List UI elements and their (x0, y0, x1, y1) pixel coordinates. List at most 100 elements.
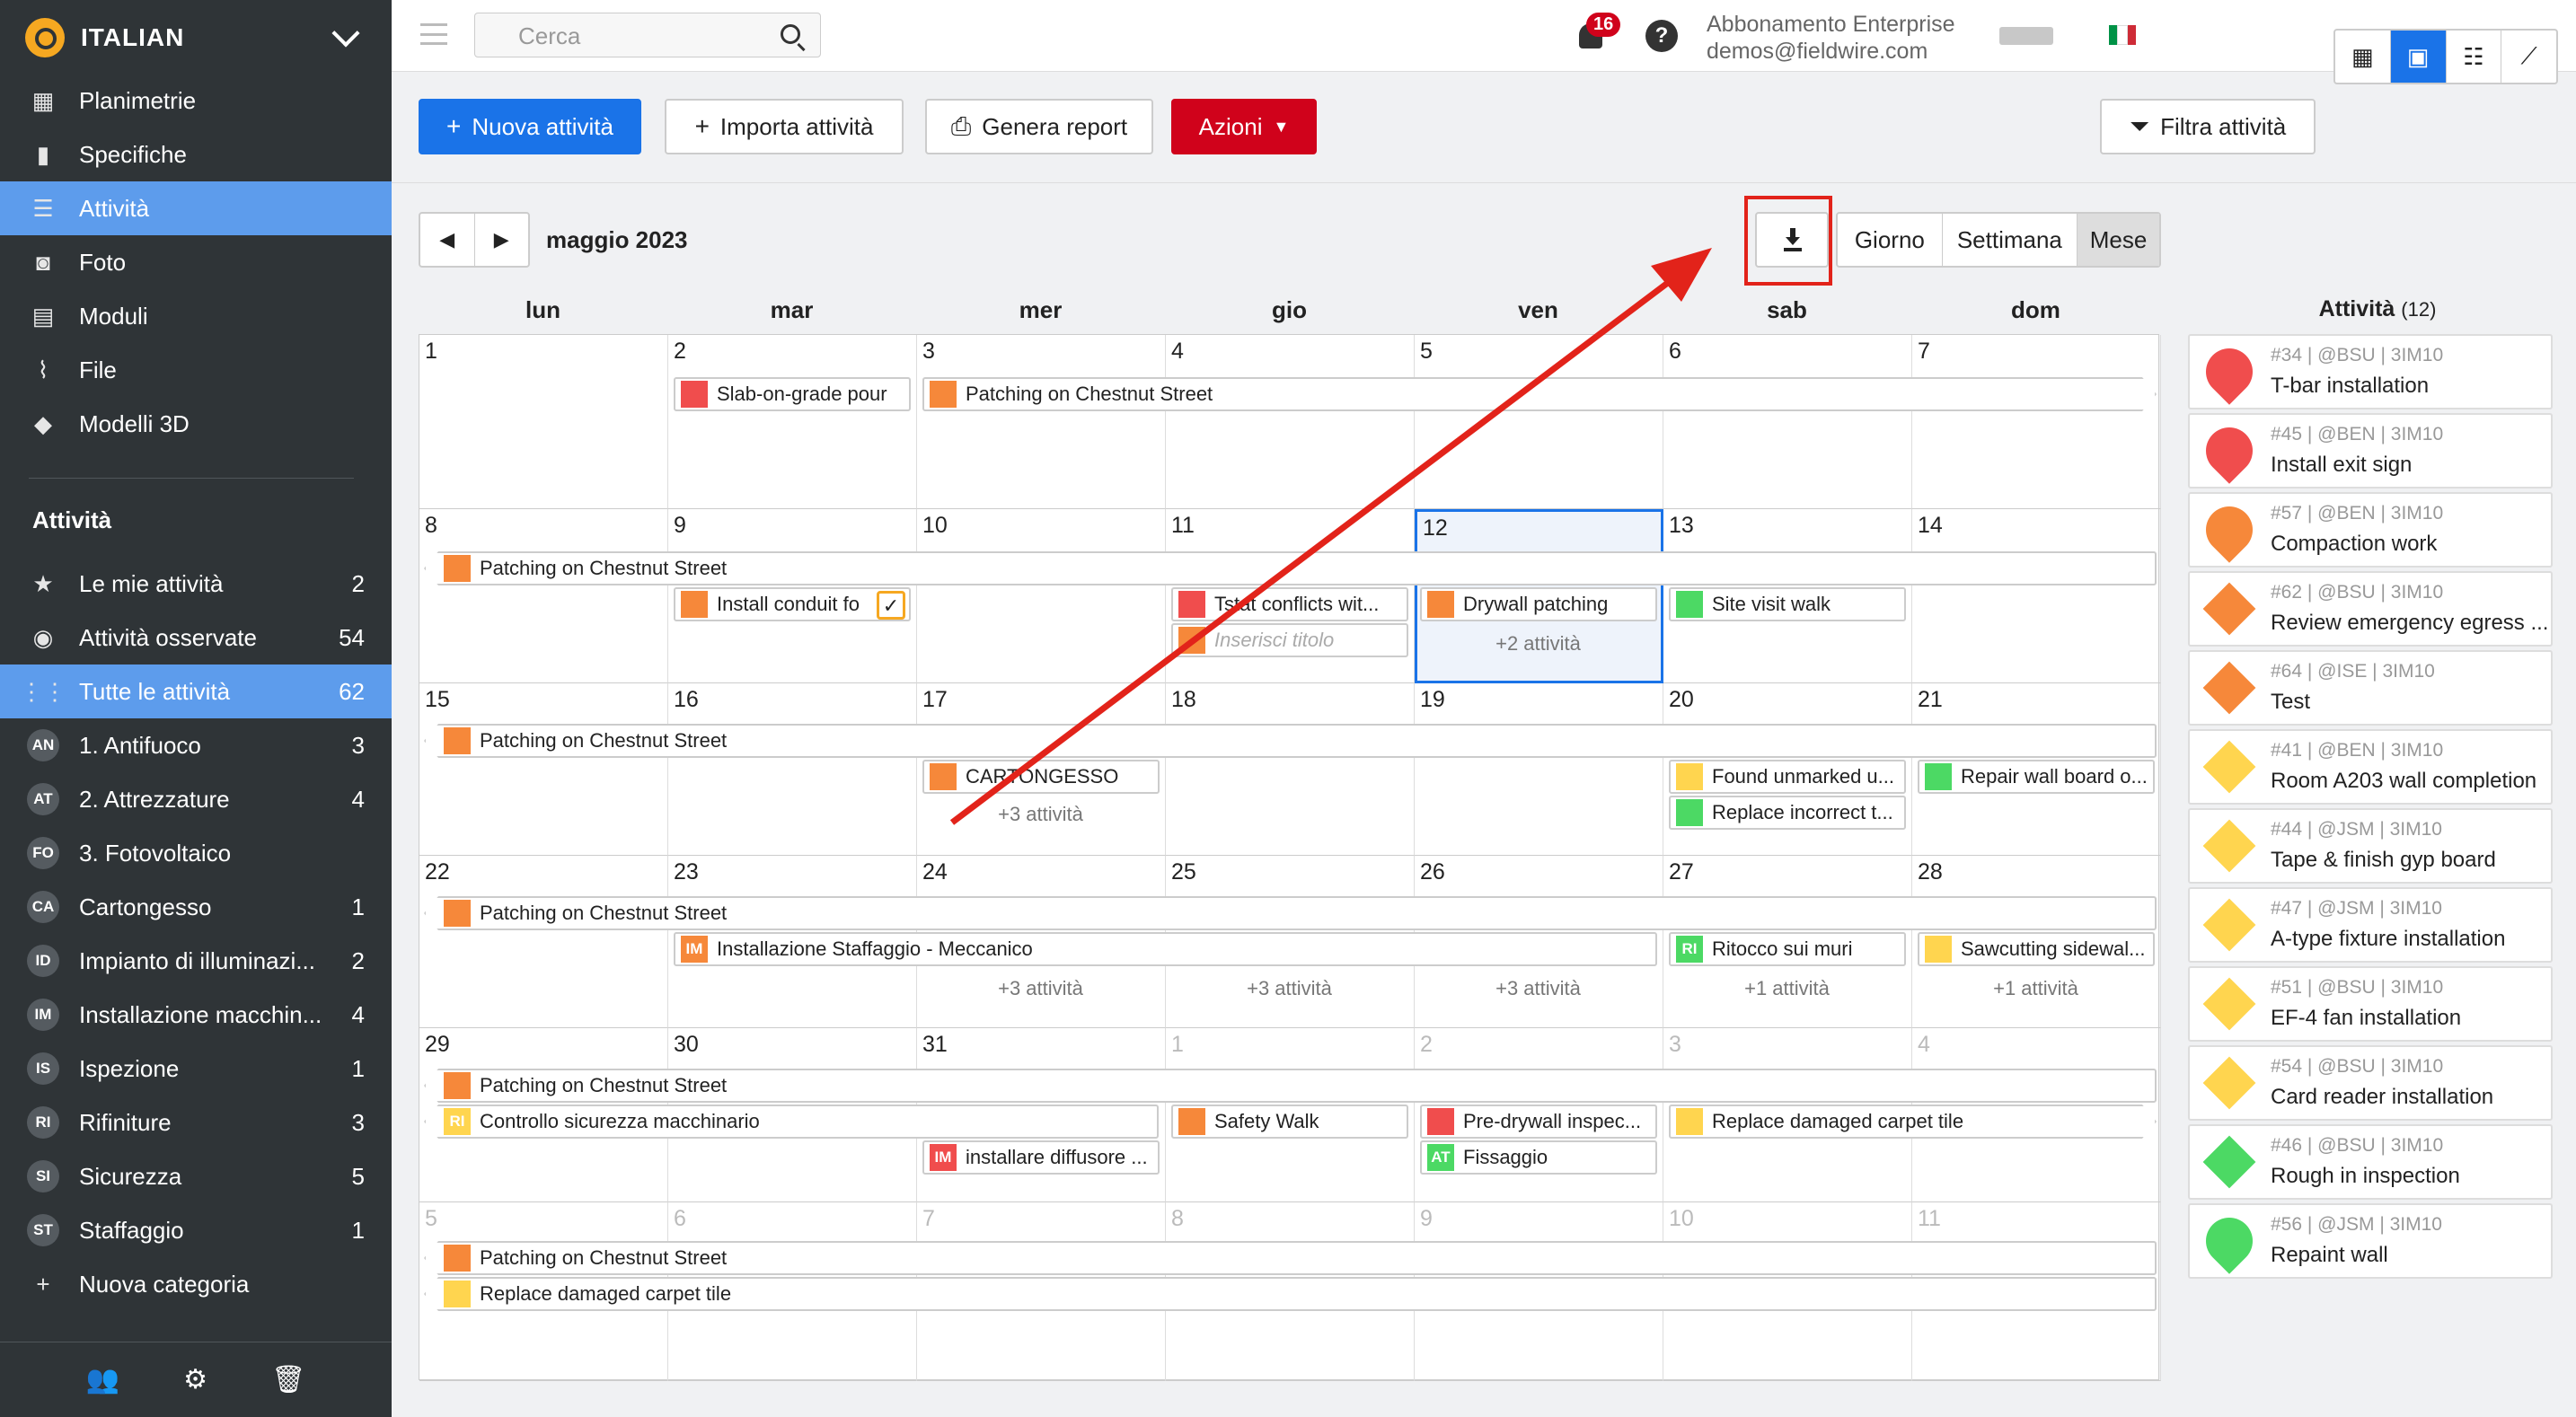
filter-watched-tasks[interactable]: ◉ Attività osservate 54 (0, 611, 392, 664)
day-cell[interactable]: 14 (1912, 509, 2161, 683)
day-cell[interactable]: 19 (1415, 683, 1663, 856)
task-chip[interactable]: Pre-drywall inspec... (1420, 1105, 1657, 1139)
task-chip[interactable]: RI Ritocco sui muri (1669, 932, 1906, 966)
task-chip[interactable]: Slab-on-grade pour (674, 377, 911, 411)
category-item[interactable]: FO 3. Fotovoltaico (0, 826, 392, 880)
help-icon[interactable]: ? (1645, 20, 1678, 52)
nav-modelli-3d[interactable]: ◆ Modelli 3D (0, 397, 392, 451)
more-tasks-link[interactable]: +1 attività (1663, 977, 1911, 1000)
more-tasks-link[interactable]: +2 attività (1414, 632, 1663, 656)
people-icon[interactable]: 👥 (86, 1364, 119, 1395)
category-item[interactable]: IM Installazione macchin... 4 (0, 988, 392, 1042)
trash-icon[interactable]: 🗑 (271, 1364, 305, 1395)
more-tasks-link[interactable]: +1 attività (1911, 977, 2160, 1000)
filter-my-tasks[interactable]: ★ Le mie attività 2 (0, 557, 392, 611)
nav-moduli[interactable]: ▤ Moduli (0, 289, 392, 343)
task-card[interactable]: #34 | @BSU | 3IM10 T-bar installation (2188, 334, 2553, 409)
task-chip[interactable]: Found unmarked u... (1669, 760, 1906, 794)
task-chip[interactable]: Install conduit fo ✓ (674, 587, 911, 621)
task-chip[interactable]: IM Installazione Staffaggio - Meccanico (674, 932, 1657, 966)
gantt-view-icon[interactable]: ☷ (2447, 31, 2502, 83)
hamburger-menu-icon[interactable] (420, 23, 447, 45)
task-card[interactable]: #62 | @BSU | 3IM10 Review emergency egres… (2188, 571, 2553, 647)
more-tasks-link[interactable]: +3 attività (1414, 977, 1663, 1000)
checkbox-icon[interactable]: ✓ (877, 591, 905, 620)
day-cell[interactable]: 8 (419, 509, 668, 683)
day-cell[interactable]: 15 (419, 683, 668, 856)
category-item[interactable]: AN 1. Antifuoco 3 (0, 718, 392, 772)
task-card[interactable]: #51 | @BSU | 3IM10 EF-4 fan installation (2188, 966, 2553, 1042)
task-card[interactable]: #56 | @JSM | 3IM10 Repaint wall (2188, 1203, 2553, 1279)
task-chip[interactable]: Tstat conflicts wit... (1171, 587, 1408, 621)
account-info[interactable]: Abbonamento Enterprise demos@fieldwire.c… (1707, 11, 1955, 65)
new-category-button[interactable]: + Nuova categoria (0, 1257, 392, 1311)
task-card[interactable]: #64 | @ISE | 3IM10 Test (2188, 650, 2553, 726)
filter-all-tasks[interactable]: ⋮⋮ Tutte le attività 62 (0, 664, 392, 718)
actions-dropdown[interactable]: Azioni ▼ (1171, 99, 1317, 154)
task-card[interactable]: #44 | @JSM | 3IM10 Tape & finish gyp boar… (2188, 808, 2553, 884)
task-chip[interactable]: Patching on Chestnut Street (424, 1241, 2157, 1275)
task-chip[interactable]: AT Fissaggio (1420, 1140, 1657, 1175)
analytics-view-icon[interactable]: ⟋ (2501, 31, 2556, 83)
day-cell[interactable]: 10 (917, 509, 1166, 683)
nav-file[interactable]: ⌇ File (0, 343, 392, 397)
day-cell[interactable]: 4 (1166, 335, 1415, 509)
day-cell[interactable]: 2 (668, 335, 917, 509)
category-item[interactable]: RI Rifiniture 3 (0, 1096, 392, 1149)
task-chip[interactable]: IM installare diffusore ... (922, 1140, 1160, 1175)
task-chip[interactable]: Patching on Chestnut Street (424, 896, 2157, 930)
italian-flag-icon[interactable] (2109, 25, 2136, 45)
day-cell[interactable]: 16 (668, 683, 917, 856)
search-input[interactable]: Cerca (474, 13, 821, 57)
task-chip[interactable]: Drywall patching (1420, 587, 1657, 621)
filter-tasks-button[interactable]: ⏷ Filtra attività (2100, 99, 2316, 154)
task-chip[interactable]: Replace damaged carpet tile (424, 1277, 2157, 1311)
day-cell[interactable]: 3 (917, 335, 1166, 509)
project-selector[interactable]: ITALIAN (0, 0, 392, 75)
gear-icon[interactable]: ⚙ (183, 1364, 207, 1395)
nav-planimetrie[interactable]: ▦ Planimetrie (0, 74, 392, 128)
day-cell[interactable]: 1 (419, 335, 668, 509)
nav-specifiche[interactable]: ▮ Specifiche (0, 128, 392, 181)
task-chip[interactable]: Replace damaged carpet tile (1669, 1105, 2157, 1139)
grid-view-icon[interactable]: ▦ (2335, 31, 2391, 83)
task-chip[interactable]: RI Controllo sicurezza macchinario (424, 1105, 1159, 1139)
category-item[interactable]: AT 2. Attrezzature 4 (0, 772, 392, 826)
day-cell[interactable]: 5 (1415, 335, 1663, 509)
task-chip[interactable]: Site visit walk (1669, 587, 1906, 621)
calendar-view-icon[interactable]: ▣ (2390, 31, 2447, 83)
task-card[interactable]: #47 | @JSM | 3IM10 A-type fixture install… (2188, 887, 2553, 963)
next-month-icon[interactable]: ▶ (475, 214, 529, 266)
day-cell[interactable]: 18 (1166, 683, 1415, 856)
task-card[interactable]: #41 | @BEN | 3IM10 Room A203 wall complet… (2188, 729, 2553, 805)
task-chip[interactable]: Replace incorrect t... (1669, 796, 1906, 830)
nav-attivita[interactable]: ☰ Attività (0, 181, 392, 235)
task-chip[interactable]: Patching on Chestnut Street (424, 1069, 2157, 1103)
day-cell[interactable]: 6 (1663, 335, 1912, 509)
more-tasks-link[interactable]: +3 attività (916, 803, 1165, 826)
generate-report-button[interactable]: ⎙ Genera report (925, 99, 1153, 154)
view-month[interactable]: Mese (2078, 214, 2160, 266)
task-card[interactable]: #54 | @BSU | 3IM10 Card reader installati… (2188, 1045, 2553, 1121)
task-card[interactable]: #46 | @BSU | 3IM10 Rough in inspection (2188, 1124, 2553, 1200)
avatar[interactable] (1999, 27, 2053, 45)
view-day[interactable]: Giorno (1838, 214, 1943, 266)
day-cell[interactable]: 22 (419, 856, 668, 1028)
more-tasks-link[interactable]: +3 attività (916, 977, 1165, 1000)
new-task-button[interactable]: + Nuova attività (419, 99, 641, 154)
task-chip[interactable]: Patching on Chestnut Street (424, 724, 2157, 758)
task-chip[interactable]: Safety Walk (1171, 1105, 1408, 1139)
prev-month-icon[interactable]: ◀ (420, 214, 475, 266)
view-week[interactable]: Settimana (1943, 214, 2078, 266)
task-chip[interactable]: Repair wall board o... (1918, 760, 2155, 794)
category-item[interactable]: IS Ispezione 1 (0, 1042, 392, 1096)
new-task-title-input[interactable]: Inserisci titolo (1171, 623, 1408, 657)
task-card[interactable]: #57 | @BEN | 3IM10 Compaction work (2188, 492, 2553, 568)
task-card[interactable]: #45 | @BEN | 3IM10 Install exit sign (2188, 413, 2553, 488)
day-cell[interactable]: 7 (1912, 335, 2161, 509)
task-chip[interactable]: Sawcutting sidewal... (1918, 932, 2155, 966)
category-item[interactable]: CA Cartongesso 1 (0, 880, 392, 934)
category-item[interactable]: ST Staffaggio 1 (0, 1203, 392, 1257)
category-item[interactable]: ID Impianto di illuminazi... 2 (0, 934, 392, 988)
import-tasks-button[interactable]: + Importa attività (665, 99, 904, 154)
